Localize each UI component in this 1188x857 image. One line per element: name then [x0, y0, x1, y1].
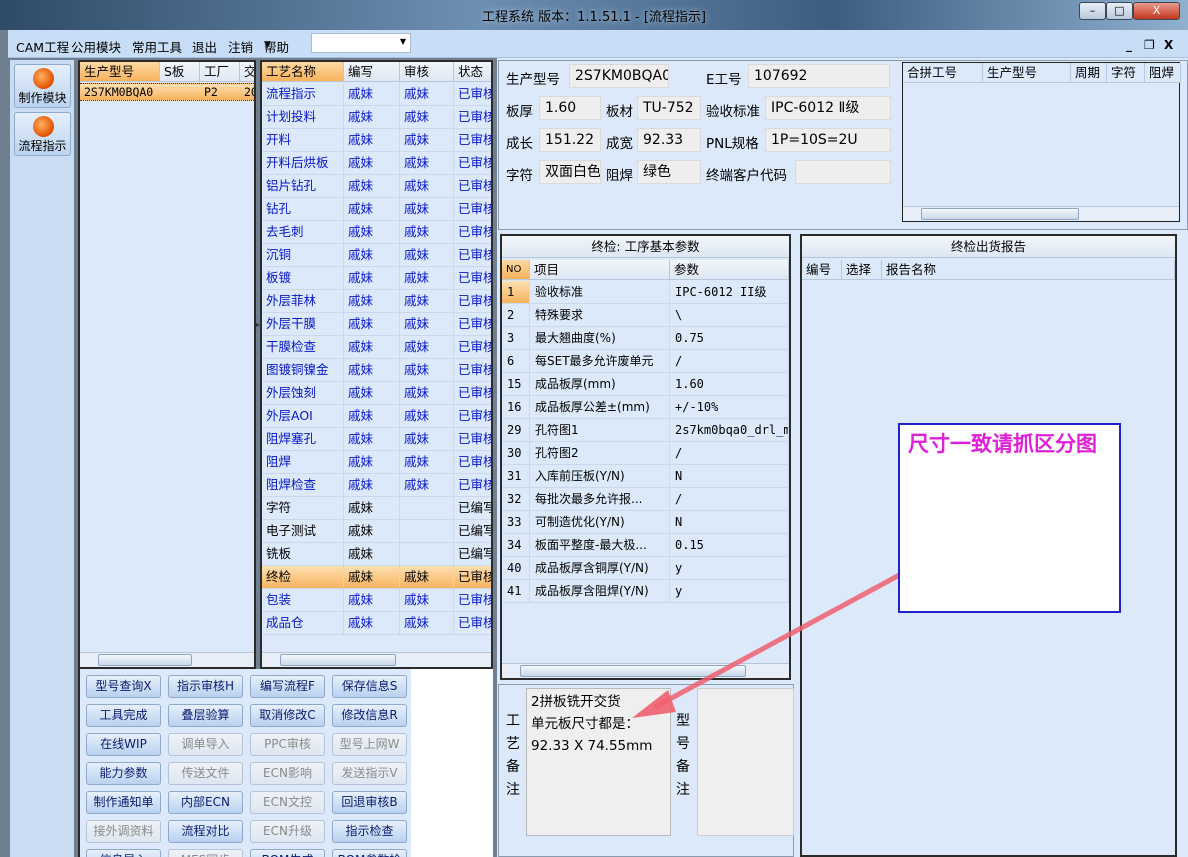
menu-item[interactable]: 常用工具: [132, 37, 182, 56]
menu-item[interactable]: 注销: [228, 37, 253, 56]
menu-item[interactable]: 帮助: [264, 37, 289, 56]
menu-item[interactable]: 退出: [192, 37, 217, 56]
annotation-note: 尺寸一致请抓区分图: [898, 423, 1121, 613]
menu-item[interactable]: CAM工程: [16, 37, 69, 56]
menu-item[interactable]: 公用模块: [71, 37, 121, 56]
